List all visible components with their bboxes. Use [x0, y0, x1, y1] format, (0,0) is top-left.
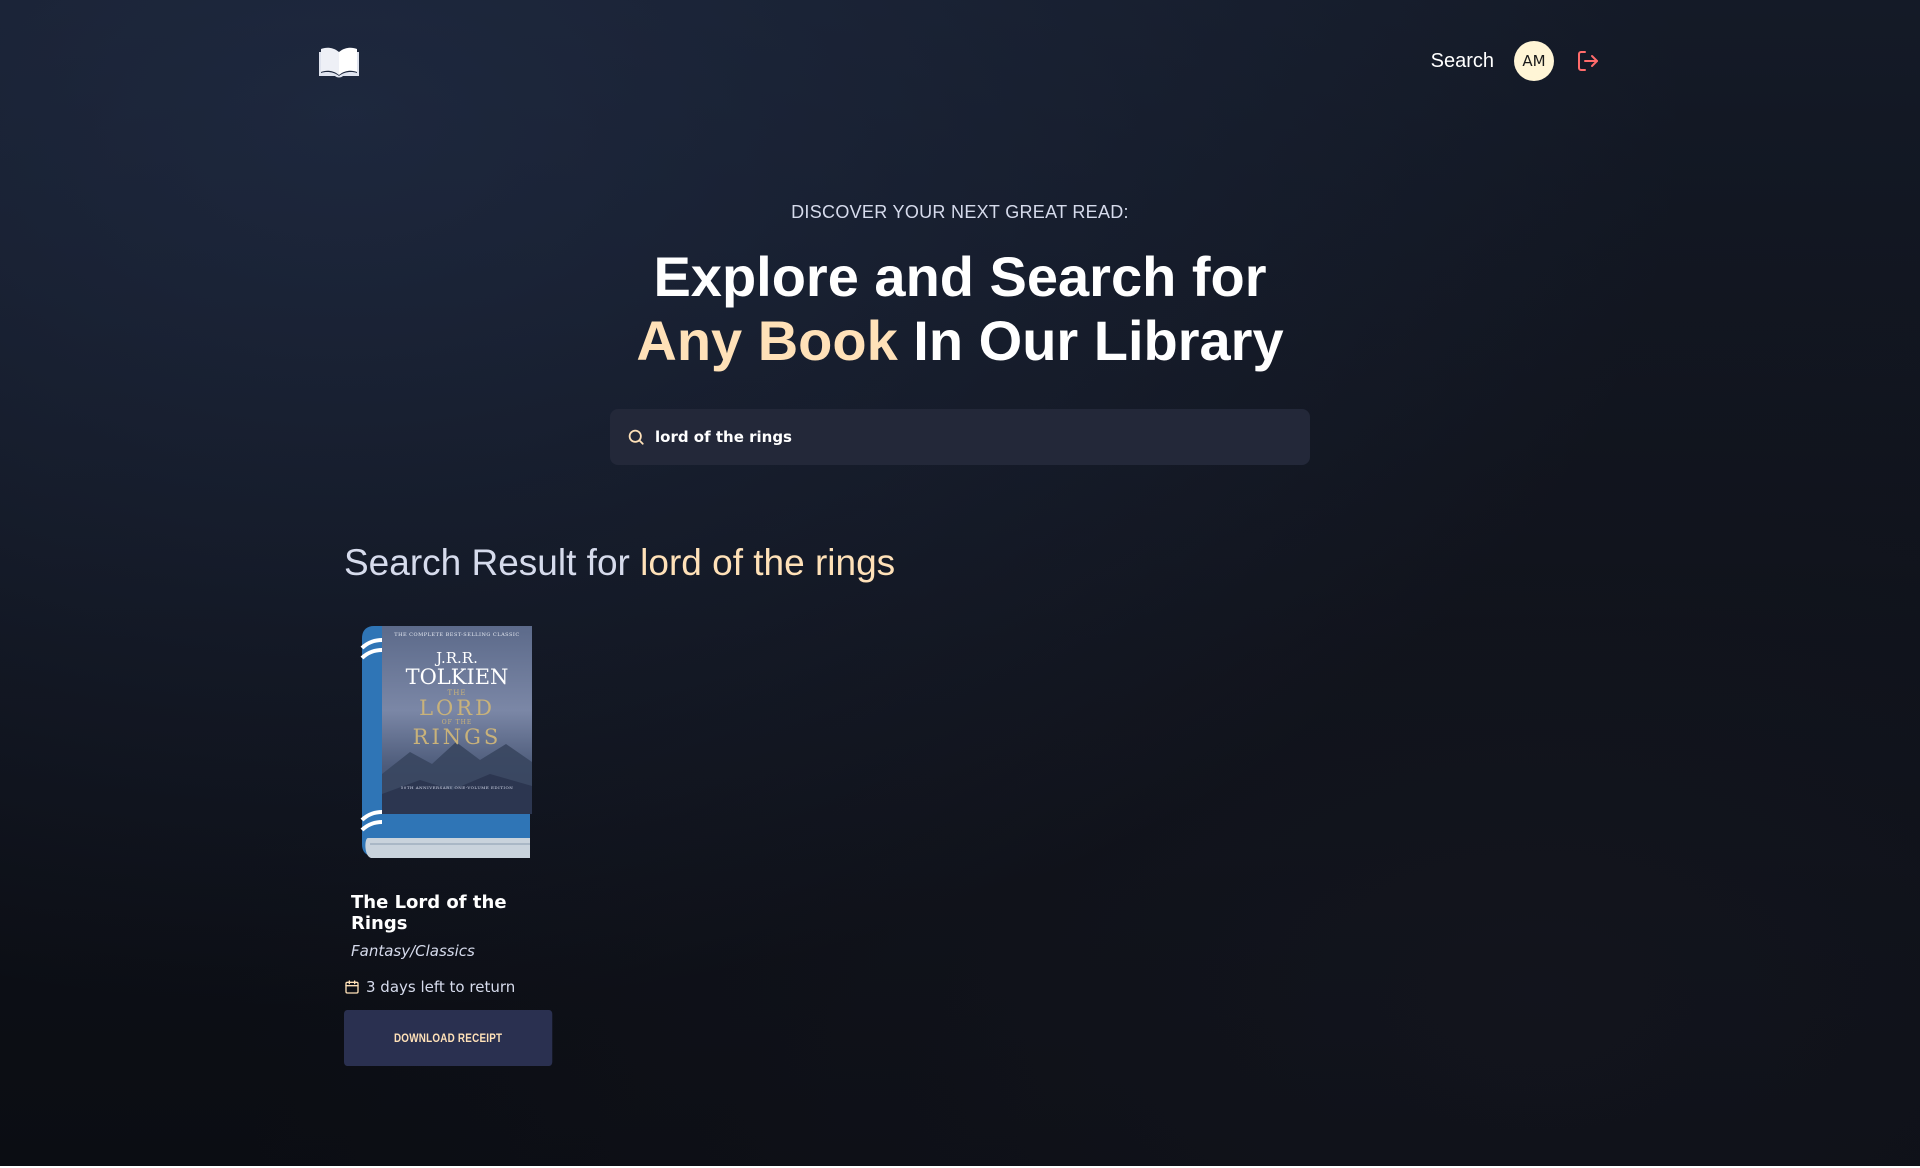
cover-title-line2: LORD [419, 696, 495, 720]
calendar-icon [344, 979, 360, 995]
search-result-heading: Search Result for lord of the rings [344, 542, 895, 584]
avatar[interactable]: AM [1514, 41, 1554, 81]
book-title[interactable]: The Lord of the Rings [351, 892, 554, 934]
search-icon [627, 428, 645, 446]
due-date-info: 3 days left to return [344, 978, 554, 996]
book-card: THE COMPLETE BEST-SELLING CLASSIC J.R.R.… [344, 624, 554, 1066]
book-cover[interactable]: THE COMPLETE BEST-SELLING CLASSIC J.R.R.… [360, 624, 538, 864]
search-result-prefix: Search Result for [344, 542, 641, 583]
search-input[interactable] [655, 428, 1275, 446]
cover-top-line: THE COMPLETE BEST-SELLING CLASSIC [394, 632, 520, 638]
hero-title-line2: In Our Library [897, 309, 1284, 372]
book-genre: Fantasy/Classics [351, 942, 475, 960]
cover-title-line4: RINGS [412, 725, 502, 749]
hero-title-line1: Explore and Search for [653, 245, 1267, 308]
cover-bottom-line: 50TH ANNIVERSARY ONE-VOLUME EDITION [400, 785, 514, 790]
hero-section: DISCOVER YOUR NEXT GREAT READ: Explore a… [0, 202, 1920, 373]
nav-actions: Search AM [1431, 41, 1602, 81]
cover-author-line2: TOLKIEN [405, 665, 509, 689]
search-bar [610, 409, 1310, 465]
page: Search AM DISCOVER YOUR NEXT GREAT READ:… [0, 0, 1920, 1168]
hero-eyebrow: DISCOVER YOUR NEXT GREAT READ: [791, 202, 1129, 222]
hero-title: Explore and Search for Any Book In Our L… [0, 245, 1920, 373]
hero-title-accent: Any Book [636, 309, 898, 372]
logout-icon[interactable] [1574, 47, 1602, 75]
top-nav: Search AM [318, 38, 1602, 84]
search-result-query: lord of the rings [640, 542, 896, 583]
cover-author-line1: J.R.R. [436, 649, 478, 667]
cover-text: THE COMPLETE BEST-SELLING CLASSIC J.R.R.… [382, 626, 532, 814]
download-receipt-button[interactable]: DOWNLOAD RECEIPT [344, 1010, 553, 1066]
nav-search-link[interactable]: Search [1431, 50, 1494, 73]
due-date-text: 3 days left to return [366, 978, 516, 996]
open-book-icon[interactable] [318, 43, 360, 79]
avatar-initials: AM [1522, 52, 1546, 70]
